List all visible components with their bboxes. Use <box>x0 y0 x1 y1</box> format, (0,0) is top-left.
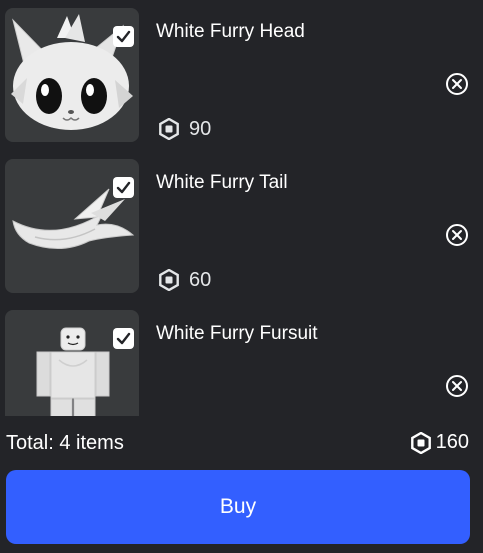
checkmark-icon <box>116 30 131 43</box>
item-checkbox[interactable] <box>113 26 134 47</box>
item-name[interactable]: White Furry Fursuit <box>156 323 318 345</box>
cart-item: White Furry Tail 60 <box>0 159 483 299</box>
total-price: 160 <box>410 431 469 454</box>
cart-item-list[interactable]: White Furry Head 90 White Furry Tail 60 … <box>0 0 483 416</box>
item-price: 60 <box>158 268 211 292</box>
buy-button[interactable]: Buy <box>6 470 470 544</box>
item-thumbnail <box>5 159 139 293</box>
item-checkbox[interactable] <box>113 328 134 349</box>
item-price-value: 90 <box>189 117 212 140</box>
furry-fursuit-image <box>36 327 110 416</box>
robux-icon <box>159 269 179 291</box>
item-checkbox[interactable] <box>113 177 134 198</box>
remove-item-button[interactable] <box>445 374 469 398</box>
item-thumbnail <box>5 8 139 142</box>
item-name[interactable]: White Furry Head <box>156 21 305 43</box>
item-price: 90 <box>158 117 211 141</box>
checkmark-icon <box>116 332 131 345</box>
close-icon <box>446 375 468 397</box>
cart-item: White Furry Head 90 <box>0 8 483 148</box>
item-thumbnail <box>5 310 139 416</box>
item-name[interactable]: White Furry Tail <box>156 172 288 194</box>
robux-icon <box>410 431 431 454</box>
close-icon <box>446 224 468 246</box>
checkmark-icon <box>116 181 131 194</box>
total-price-value: 160 <box>435 431 469 453</box>
cart-item: White Furry Fursuit 5 <box>0 310 483 416</box>
cart-footer: Total: 4 items 160 Buy <box>0 416 483 553</box>
item-price-value: 60 <box>189 268 212 291</box>
total-items-label: Total: 4 items <box>6 432 124 454</box>
robux-icon <box>159 118 179 140</box>
remove-item-button[interactable] <box>445 72 469 96</box>
remove-item-button[interactable] <box>445 223 469 247</box>
close-icon <box>446 73 468 95</box>
